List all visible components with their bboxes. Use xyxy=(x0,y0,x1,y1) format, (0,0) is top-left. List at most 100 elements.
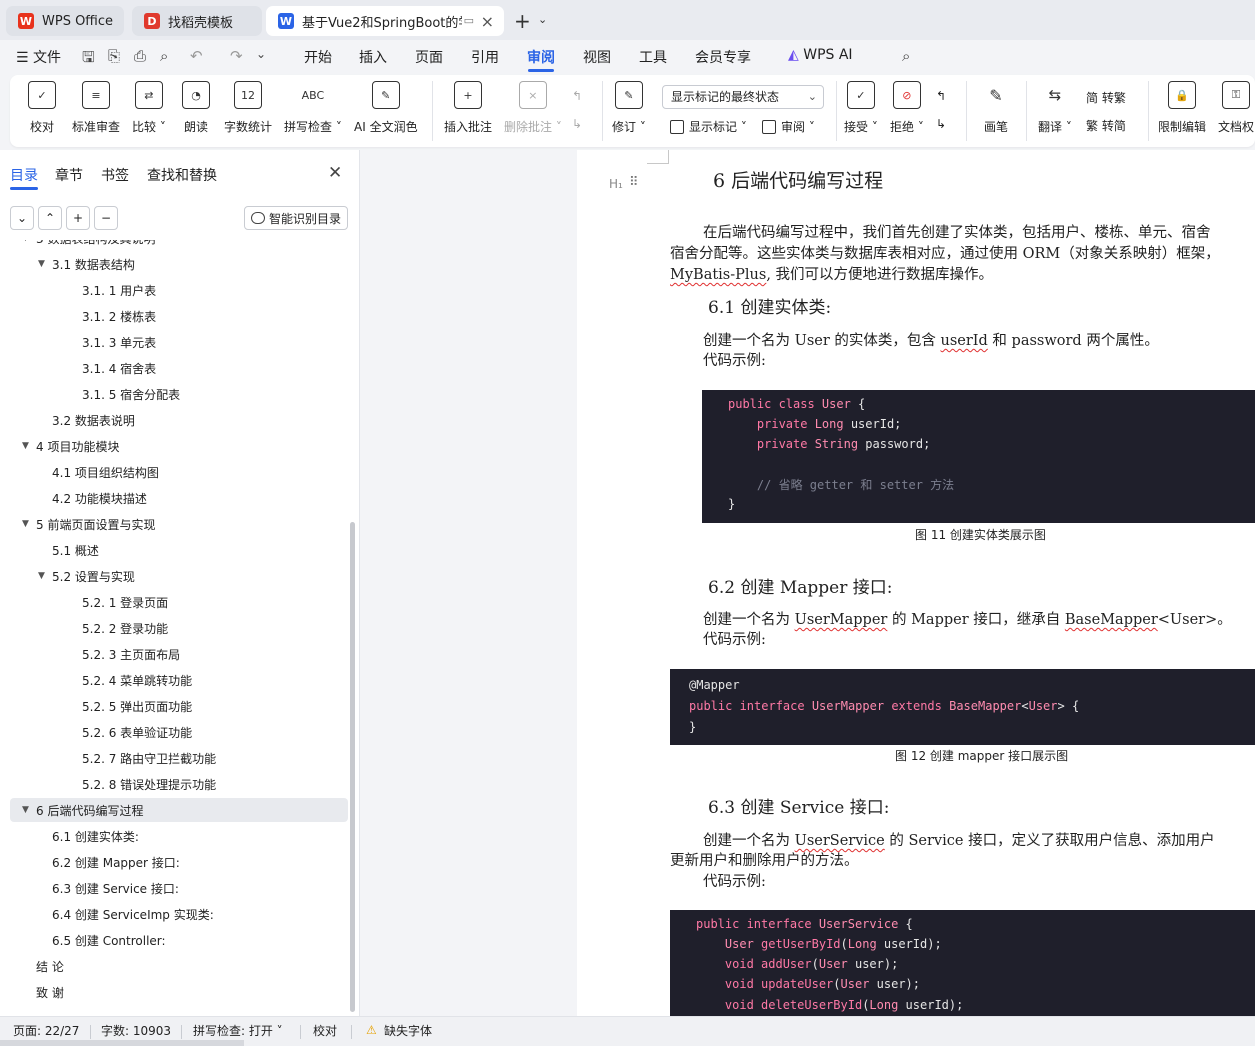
insert-comment-button[interactable]: + 插入批注 xyxy=(444,81,492,135)
code-block-service[interactable]: public interface UserService { User getU… xyxy=(670,910,1255,1016)
nav-tab-find-replace[interactable]: 查找和替换 xyxy=(147,165,217,185)
redo-icon[interactable]: ↷ xyxy=(230,47,243,65)
menu-insert[interactable]: 插入 xyxy=(359,47,387,67)
toc-item[interactable]: 5.2. 5 弹出页面功能 xyxy=(0,694,348,718)
ai-polish-button[interactable]: ✎ AI 全文润色 xyxy=(354,81,418,135)
chevron-down-icon[interactable]: ⌄ xyxy=(538,13,547,26)
toc-item[interactable]: 3.1. 2 楼栋表 xyxy=(0,304,348,328)
nav-tab-chapters[interactable]: 章节 xyxy=(55,165,83,185)
toc-item[interactable]: 6.5 创建 Controller: xyxy=(0,928,348,952)
collapse-all-button[interactable]: ⌄ xyxy=(10,206,34,230)
expand-up-button[interactable]: ⌃ xyxy=(38,206,62,230)
expand-arrow-icon[interactable]: ▼ xyxy=(22,240,36,243)
next-change-icon[interactable]: ↳ xyxy=(936,117,946,131)
toc-item[interactable]: ▼ 5 前端页面设置与实现 xyxy=(0,512,348,536)
toc-item[interactable]: 6.4 创建 ServiceImp 实现类: xyxy=(0,902,348,926)
add-heading-button[interactable]: + xyxy=(66,206,90,230)
save-icon[interactable]: 🖫 xyxy=(82,47,95,72)
tab-template[interactable]: D 找稻壳模板 xyxy=(132,6,262,36)
toc-item[interactable]: 5.2. 3 主页面布局 xyxy=(0,642,348,666)
nav-scrollbar[interactable] xyxy=(350,522,355,1012)
toc-item[interactable]: 6.2 创建 Mapper 接口: xyxy=(0,850,348,874)
menu-reference[interactable]: 引用 xyxy=(471,47,499,67)
document-page[interactable]: H₁ ⠿ 6 后端代码编写过程 在后端代码编写过程中，我们首先创建了实体类，包括… xyxy=(577,150,1255,1016)
menu-review[interactable]: 审阅 xyxy=(527,47,555,67)
word-count-button[interactable]: 12 字数统计 xyxy=(224,81,272,135)
close-icon[interactable]: × xyxy=(481,12,494,31)
print-icon[interactable]: ⎙ xyxy=(134,47,146,65)
toc-item[interactable]: 5.1 概述 xyxy=(0,538,348,562)
heading-marker-icon[interactable]: H₁ xyxy=(609,177,623,191)
track-changes-button[interactable]: ✎ 修订 ˅ xyxy=(612,81,646,135)
toc-item[interactable]: ▼ 3.1 数据表结构 xyxy=(0,252,348,276)
accept-button[interactable]: ✓ 接受 ˅ xyxy=(844,81,878,135)
reject-button[interactable]: ⊘ 拒绝 ˅ xyxy=(890,81,924,135)
toc-item[interactable]: 3.1. 1 用户表 xyxy=(0,278,348,302)
drag-handle-icon[interactable]: ⠿ xyxy=(629,175,638,190)
toc-item[interactable]: 结 论 xyxy=(0,954,348,978)
toc-item[interactable]: 5.2. 6 表单验证功能 xyxy=(0,720,348,744)
next-comment-icon[interactable]: ↳ xyxy=(572,117,582,131)
menu-wps-ai[interactable]: ◭ WPS AI xyxy=(788,47,853,63)
toc-item[interactable]: ▼ 5.2 设置与实现 xyxy=(0,564,348,588)
read-aloud-button[interactable]: ◔ 朗读 xyxy=(182,81,210,135)
translate-button[interactable]: ⇆ 翻译 ˅ xyxy=(1038,81,1072,135)
new-tab-icon[interactable]: + xyxy=(514,9,531,33)
toc-item[interactable]: ▼ 4 项目功能模块 xyxy=(0,434,348,458)
expand-arrow-icon[interactable]: ▼ xyxy=(22,441,36,451)
markup-state-select[interactable]: 显示标记的最终状态 ⌄ xyxy=(662,85,824,109)
nav-tab-toc[interactable]: 目录 xyxy=(10,165,38,185)
toc-item[interactable]: 致 谢 xyxy=(0,980,348,1004)
standard-review-button[interactable]: ≡ 标准审查 xyxy=(72,81,120,135)
expand-arrow-icon[interactable]: ▼ xyxy=(38,571,52,581)
chevron-down-icon[interactable]: ⌄ xyxy=(256,47,266,61)
screen-icon[interactable]: ▭ xyxy=(464,14,474,27)
spellcheck-button[interactable]: ABC 拼写检查 ˅ xyxy=(284,81,342,135)
toc-item[interactable]: 6.1 创建实体类: xyxy=(0,824,348,848)
toc-item[interactable]: 5.2. 8 错误处理提示功能 xyxy=(0,772,348,796)
close-icon[interactable]: ✕ xyxy=(328,163,342,183)
page-indicator[interactable]: 页面: 22/27 xyxy=(13,1022,79,1039)
menu-member[interactable]: 会员专享 xyxy=(695,47,751,67)
nav-tab-bookmarks[interactable]: 书签 xyxy=(101,165,129,185)
proof-indicator[interactable]: 校对 xyxy=(313,1022,337,1039)
toc-item[interactable]: 4.2 功能模块描述 xyxy=(0,486,348,510)
toc-item[interactable]: 3.1. 4 宿舍表 xyxy=(0,356,348,380)
toc-item[interactable]: 5.2. 1 登录页面 xyxy=(0,590,348,614)
review-pane-button[interactable]: 审阅 ˅ xyxy=(762,118,815,135)
toc-item[interactable]: 3.1. 5 宿舍分配表 xyxy=(0,382,348,406)
toc-item[interactable]: 3.2 数据表说明 xyxy=(0,408,348,432)
toc-item[interactable]: ▼ 6 后端代码编写过程 xyxy=(10,798,348,822)
code-block-user[interactable]: public class User { private Long userId;… xyxy=(702,390,1255,523)
expand-arrow-icon[interactable]: ▼ xyxy=(38,259,52,269)
tab-wps-office[interactable]: W WPS Office xyxy=(6,6,124,36)
toc-item[interactable]: ▼3 数据表结构及其说明 xyxy=(0,240,348,250)
pen-button[interactable]: ✎ 画笔 xyxy=(982,81,1010,135)
expand-arrow-icon[interactable]: ▼ xyxy=(22,519,36,529)
smart-toc-button[interactable]: 智能识别目录 xyxy=(244,206,348,230)
toc-item[interactable]: 3.1. 3 单元表 xyxy=(0,330,348,354)
word-count-indicator[interactable]: 字数: 10903 xyxy=(101,1022,171,1039)
remove-heading-button[interactable]: − xyxy=(94,206,118,230)
tab-document[interactable]: W 基于Vue2和SpringBoot的学生 ▭ × xyxy=(266,6,504,36)
toc-item[interactable]: 5.2. 4 菜单跳转功能 xyxy=(0,668,348,692)
show-markup-button[interactable]: 显示标记 ˅ xyxy=(670,118,747,135)
restrict-edit-button[interactable]: 🔒 限制编辑 xyxy=(1158,81,1206,135)
menu-page[interactable]: 页面 xyxy=(415,47,443,67)
toc-item[interactable]: 6.3 创建 Service 接口: xyxy=(0,876,348,900)
delete-comment-button[interactable]: × 删除批注 ˅ xyxy=(504,81,562,135)
prev-comment-icon[interactable]: ↰ xyxy=(572,89,582,103)
menu-home[interactable]: 开始 xyxy=(304,47,332,67)
menu-view[interactable]: 视图 xyxy=(583,47,611,67)
horizontal-scrollbar[interactable] xyxy=(0,1040,244,1046)
code-block-mapper[interactable]: @Mapper public interface UserMapper exte… xyxy=(670,669,1255,745)
prev-change-icon[interactable]: ↰ xyxy=(936,89,946,103)
to-traditional-button[interactable]: 简 转繁 xyxy=(1086,89,1126,106)
doc-permission-button[interactable]: ⚿ 文档权 xyxy=(1218,81,1254,135)
toc-item[interactable]: 4.1 项目组织结构图 xyxy=(0,460,348,484)
menu-tools[interactable]: 工具 xyxy=(639,47,667,67)
search-icon[interactable]: ⌕ xyxy=(902,47,910,65)
missing-font-indicator[interactable]: 缺失字体 xyxy=(384,1022,432,1039)
undo-icon[interactable]: ↶ xyxy=(190,47,203,65)
toc-item[interactable]: 5.2. 7 路由守卫拦截功能 xyxy=(0,746,348,770)
